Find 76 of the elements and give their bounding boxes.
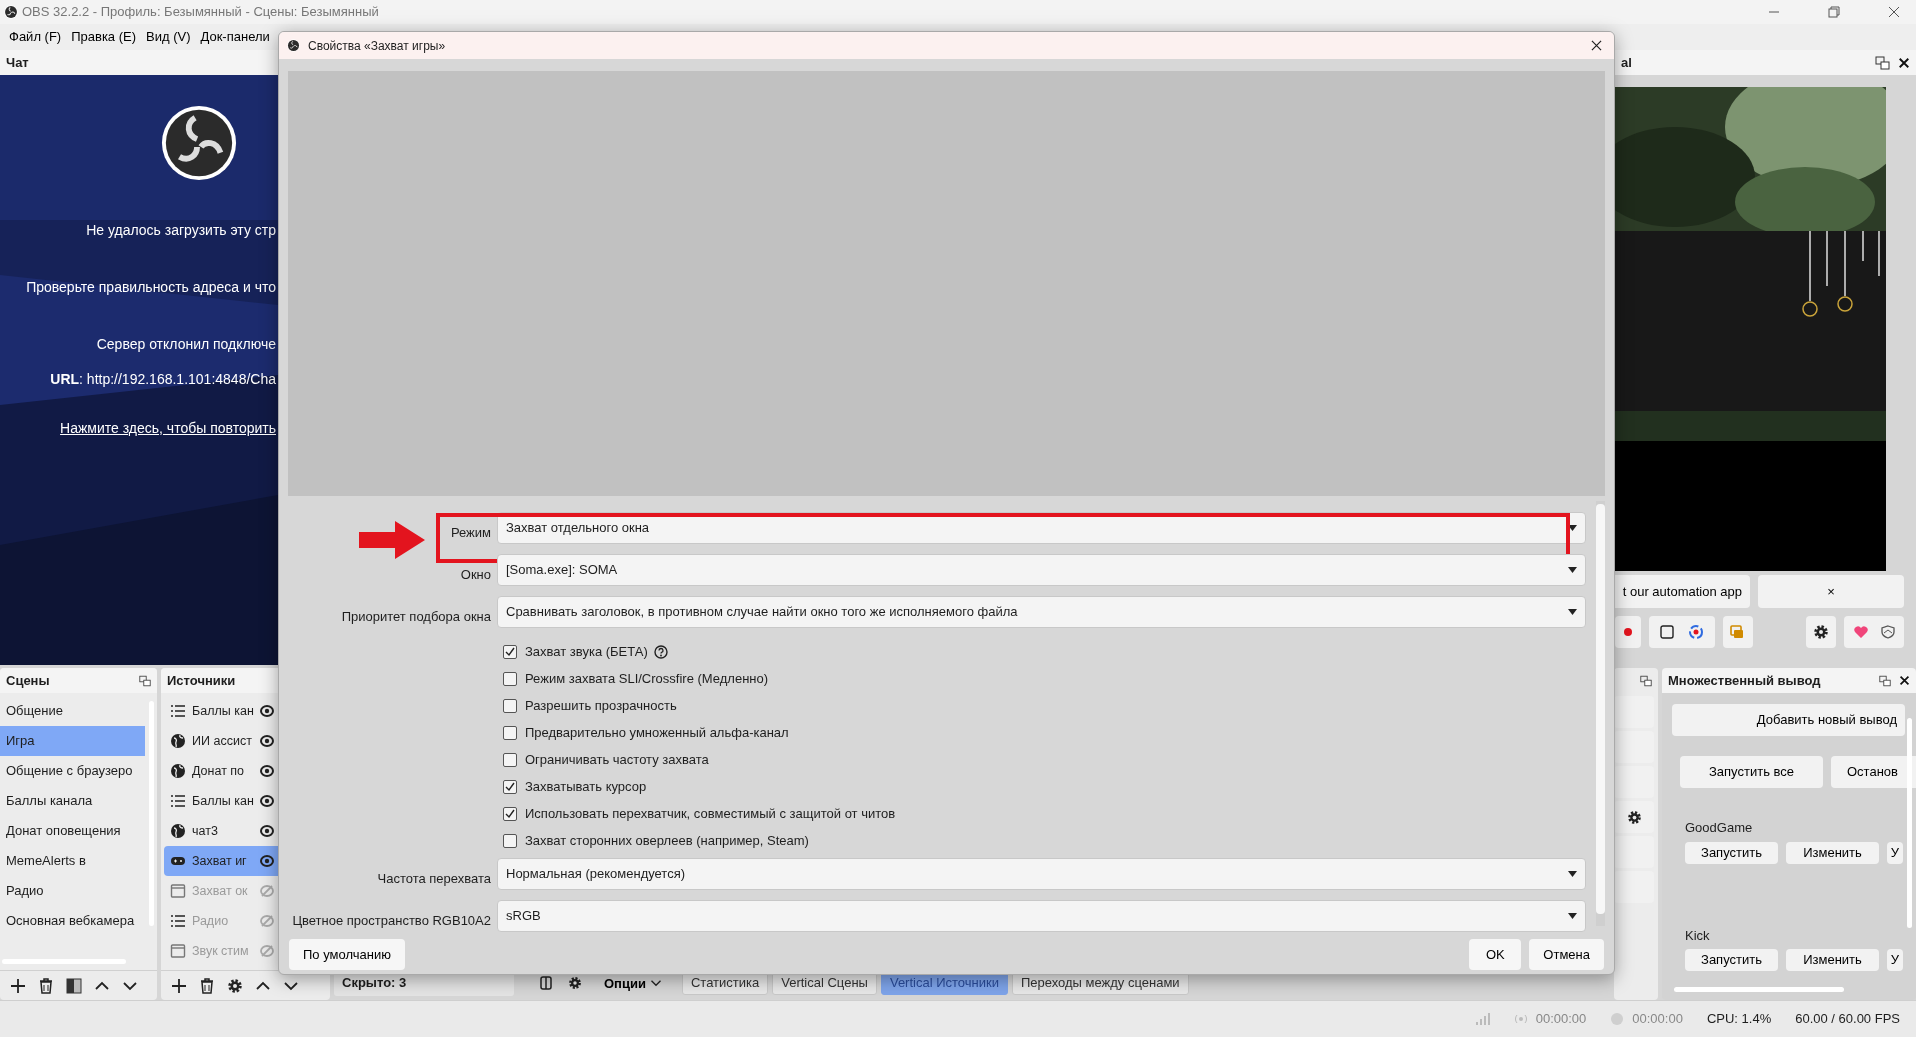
output-button[interactable]: Запустить	[1685, 841, 1778, 864]
stop-all-button[interactable]: Останов	[1831, 756, 1916, 788]
dropdown-field[interactable]: sRGB	[497, 900, 1586, 932]
checkbox-label[interactable]: Режим захвата SLI/Crossfire (Медленно)	[525, 668, 769, 689]
source-name: Радио	[192, 912, 230, 930]
field-label: Приоритет подбора окна	[341, 609, 491, 625]
dialog-title: Свойства «Захват игры»	[308, 37, 446, 55]
checkbox-label[interactable]: Разрешить прозрачность	[525, 695, 677, 716]
dock-title: al	[1621, 53, 1632, 72]
source-item[interactable]: Донат по	[164, 756, 330, 786]
field-label: Цветное пространство RGB10A2	[292, 913, 491, 929]
scene-item[interactable]: Радио	[0, 876, 145, 906]
dropdown-field[interactable]: Сравнивать заголовок, в противном случае найти окно того же исполняемого файла	[497, 596, 1586, 628]
checkbox-label[interactable]: Предварительно умноженный альфа-канал	[525, 722, 789, 743]
checkbox-label[interactable]: Захват сторонних оверлеев (например, Steam)	[525, 830, 809, 851]
retry-link[interactable]: Нажмите здесь, чтобы повторить	[60, 420, 276, 436]
source-name: Захват иг	[192, 852, 248, 870]
menu-item[interactable]: Правка (E)	[66, 27, 142, 47]
output-button[interactable]: Запустить	[1685, 949, 1778, 971]
menu-item[interactable]: Вид (V)	[141, 27, 196, 47]
scene-item[interactable]: Основная вебкамера	[0, 906, 145, 936]
scene-item[interactable]: Игра	[0, 726, 145, 756]
hidden-count: Скрыто: 3	[342, 974, 407, 993]
start-all-button[interactable]: Запустить все	[1680, 756, 1823, 788]
source-name: Донат по	[192, 762, 246, 780]
menu-item[interactable]: Файл (F)	[4, 27, 67, 47]
message-text: Проверьте правильность адреса и что	[25, 278, 277, 297]
ok-button[interactable]: OK	[1469, 939, 1522, 970]
cancel-button[interactable]: Отмена	[1529, 939, 1604, 970]
checkbox-label[interactable]: Захват звука (БЕТА)	[525, 641, 648, 662]
field-label: Режим	[450, 525, 491, 541]
scene-item[interactable]: Общение с браузеро	[0, 756, 145, 786]
dock-title: Сцены	[6, 671, 50, 690]
url-text: URL: http://192.168.1.101:4848/Cha	[49, 370, 277, 389]
source-item[interactable]: чат3	[164, 816, 330, 846]
output-button[interactable]: У	[1887, 841, 1903, 864]
source-item[interactable]: ИИ ассист	[164, 726, 330, 756]
checkbox-label[interactable]: Использовать перехватчик, совместимый с защитой от читов	[525, 803, 896, 824]
dock-title: Чат	[6, 53, 29, 72]
close-button[interactable]: ×	[1758, 575, 1904, 608]
scene-item[interactable]: MemeAlerts в	[0, 846, 145, 876]
options-button[interactable]: Опции	[598, 975, 668, 991]
source-item[interactable]: Баллы кан	[164, 696, 330, 726]
dock-title: Множественный вывод	[1668, 671, 1821, 690]
window-title: OBS 32.2.2 - Профиль: Безымянный - Сцены: Безымянный	[22, 3, 379, 22]
time-text: 00:00:00	[1632, 1010, 1683, 1029]
checkbox-label[interactable]: Захватывать курсор	[525, 776, 647, 797]
source-name: Захват ок	[192, 882, 249, 900]
output-name: Kick	[1685, 926, 1711, 945]
source-name: Баллы кан	[192, 702, 254, 720]
field-label: Окно	[460, 567, 491, 583]
scene-item[interactable]: Общение	[0, 696, 145, 726]
menu-item[interactable]: Док-панели	[195, 27, 275, 47]
source-name: Баллы кан	[192, 792, 254, 810]
source-name: Звук стим	[192, 942, 250, 960]
source-item[interactable]: Баллы кан	[164, 786, 330, 816]
dropdown-field[interactable]: Нормальная (рекомендуется)	[497, 858, 1586, 890]
scene-item[interactable]: Баллы канала	[0, 786, 145, 816]
output-name: GoodGame	[1685, 819, 1754, 837]
dropdown-field[interactable]: [Soma.exe]: SOMA	[497, 554, 1586, 586]
output-button[interactable]: Изменить	[1786, 841, 1879, 864]
message-text: Сервер отклонил подключе	[95, 335, 277, 354]
cpu-text: CPU: 1.4%	[1706, 1010, 1772, 1029]
defaults-button[interactable]: По умолчанию	[289, 939, 405, 970]
checkbox-label[interactable]: Ограничивать частоту захвата	[525, 749, 709, 770]
time-text: 00:00:00	[1535, 1010, 1587, 1029]
output-button[interactable]: Изменить	[1786, 949, 1879, 971]
message-text: Не удалось загрузить эту стр	[85, 221, 277, 240]
source-name: ИИ ассист	[192, 732, 253, 750]
scene-item[interactable]: Донат оповещения	[0, 816, 145, 846]
source-name: чат3	[192, 822, 219, 840]
add-output-button[interactable]: Добавить новый вывод	[1672, 704, 1905, 736]
output-button[interactable]: У	[1887, 949, 1903, 971]
field-label: Частота перехвата	[377, 871, 491, 887]
dock-title: Источники	[167, 671, 236, 690]
fps-text: 60.00 / 60.00 FPS	[1795, 1010, 1900, 1029]
